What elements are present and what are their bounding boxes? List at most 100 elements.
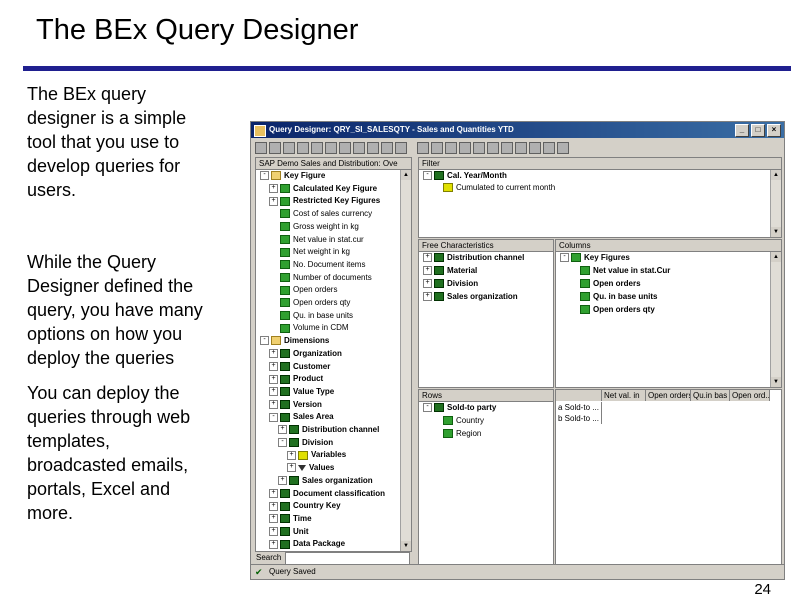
tree-item[interactable]: + Version: [269, 400, 322, 410]
collapse-icon[interactable]: -: [278, 438, 287, 448]
expand-icon[interactable]: +: [287, 450, 296, 460]
preview-row-header[interactable]: a Sold-to ...: [556, 402, 602, 413]
tree-item[interactable]: + Distribution channel: [278, 425, 379, 435]
tree-item[interactable]: Gross weight in kg: [269, 222, 359, 232]
toolbar-icon[interactable]: [417, 142, 429, 154]
tree-item[interactable]: - Sales Area: [269, 412, 334, 422]
tree-item[interactable]: - Cal. Year/Month: [423, 171, 507, 181]
expand-icon[interactable]: +: [269, 488, 278, 498]
collapse-icon[interactable]: -: [260, 336, 269, 346]
expand-icon[interactable]: +: [278, 476, 287, 486]
tree-item[interactable]: + Data Package: [269, 539, 345, 549]
tree-item[interactable]: + Values: [287, 463, 334, 473]
tree-item[interactable]: Open orders: [569, 279, 641, 289]
expand-icon[interactable]: +: [278, 425, 287, 435]
tree-item[interactable]: Country: [432, 416, 484, 426]
columns-scrollbar[interactable]: ▲ ▼: [770, 252, 781, 387]
expand-icon[interactable]: +: [269, 399, 278, 409]
toolbar-icon[interactable]: [543, 142, 555, 154]
toolbar-icon[interactable]: [297, 142, 309, 154]
toolbar-icon[interactable]: [339, 142, 351, 154]
preview-column-header[interactable]: Net val. in: [602, 390, 646, 401]
minimize-button[interactable]: _: [735, 124, 749, 137]
tree-item[interactable]: Qu. in base units: [269, 311, 353, 321]
preview-column-header[interactable]: Open ord...: [730, 390, 770, 401]
toolbar-icon[interactable]: [487, 142, 499, 154]
expand-icon[interactable]: +: [269, 501, 278, 511]
tree-item[interactable]: Net weight in kg: [269, 247, 350, 257]
toolbar-icon[interactable]: [501, 142, 513, 154]
collapse-icon[interactable]: -: [560, 253, 569, 263]
toolbar-icon[interactable]: [459, 142, 471, 154]
close-button[interactable]: ×: [767, 124, 781, 137]
toolbar-icon[interactable]: [311, 142, 323, 154]
tree-item[interactable]: + Document classification: [269, 489, 385, 499]
tree-item[interactable]: + Sales organization: [423, 292, 518, 302]
tree-item[interactable]: + Time: [269, 514, 312, 524]
collapse-icon[interactable]: -: [423, 403, 432, 413]
tree-item[interactable]: Qu. in base units: [569, 292, 657, 302]
expand-icon[interactable]: +: [269, 539, 278, 549]
tree-item[interactable]: + Material: [423, 266, 477, 276]
tree-item[interactable]: + Value Type: [269, 387, 334, 397]
tree-item[interactable]: + Country Key: [269, 501, 341, 511]
preview-column-header[interactable]: Qu.in bas: [691, 390, 730, 401]
expand-icon[interactable]: +: [269, 526, 278, 536]
expand-icon[interactable]: +: [423, 292, 432, 302]
toolbar-icon[interactable]: [325, 142, 337, 154]
tree-item[interactable]: Net value in stat.Cur: [569, 266, 670, 276]
toolbar-icon[interactable]: [529, 142, 541, 154]
preview-column-header[interactable]: Open orders: [646, 390, 691, 401]
tree-item[interactable]: + Customer: [269, 362, 330, 372]
tree-item[interactable]: - Division: [278, 438, 333, 448]
tree-item[interactable]: Region: [432, 429, 481, 439]
tree-item[interactable]: Volume in CDM: [269, 323, 349, 333]
tree-item[interactable]: Net value in stat.cur: [269, 235, 364, 245]
toolbar-icon[interactable]: [395, 142, 407, 154]
tree-item[interactable]: + Calculated Key Figure: [269, 184, 377, 194]
tree-item[interactable]: Number of documents: [269, 273, 372, 283]
tree-item[interactable]: + Division: [423, 279, 478, 289]
infoprovider-scrollbar[interactable]: ▲ ▼: [400, 170, 411, 551]
tree-item[interactable]: + Distribution channel: [423, 253, 524, 263]
expand-icon[interactable]: +: [269, 196, 278, 206]
filter-scrollbar[interactable]: ▲ ▼: [770, 170, 781, 237]
toolbar-icon[interactable]: [515, 142, 527, 154]
tree-item[interactable]: + Product: [269, 374, 323, 384]
expand-icon[interactable]: +: [269, 514, 278, 524]
tree-item[interactable]: Open orders qty: [569, 305, 655, 315]
expand-icon[interactable]: +: [269, 387, 278, 397]
expand-icon[interactable]: +: [423, 266, 432, 276]
expand-icon[interactable]: +: [287, 463, 296, 473]
toolbar-icon[interactable]: [255, 142, 267, 154]
tree-item[interactable]: Open orders qty: [269, 298, 350, 308]
tree-item[interactable]: Cost of sales currency: [269, 209, 372, 219]
tree-item[interactable]: + Restricted Key Figures: [269, 196, 380, 206]
tree-item[interactable]: - Dimensions: [260, 336, 329, 346]
collapse-icon[interactable]: -: [269, 412, 278, 422]
toolbar-icon[interactable]: [445, 142, 457, 154]
toolbar-icon[interactable]: [473, 142, 485, 154]
tree-item[interactable]: + Unit: [269, 527, 309, 537]
collapse-icon[interactable]: -: [260, 171, 269, 181]
toolbar-icon[interactable]: [381, 142, 393, 154]
expand-icon[interactable]: +: [269, 349, 278, 359]
toolbar-icon[interactable]: [283, 142, 295, 154]
expand-icon[interactable]: +: [269, 184, 278, 194]
expand-icon[interactable]: +: [423, 253, 432, 263]
tree-item[interactable]: + Variables: [287, 450, 346, 460]
toolbar-icon[interactable]: [353, 142, 365, 154]
toolbar-icon[interactable]: [367, 142, 379, 154]
maximize-button[interactable]: □: [751, 124, 765, 137]
tree-item[interactable]: + Organization: [269, 349, 342, 359]
toolbar-icon[interactable]: [557, 142, 569, 154]
tree-item[interactable]: No. Document items: [269, 260, 365, 270]
collapse-icon[interactable]: -: [423, 171, 432, 181]
tree-item[interactable]: Cumulated to current month: [432, 183, 555, 193]
tree-item[interactable]: - Key Figures: [560, 253, 630, 263]
toolbar-icon[interactable]: [269, 142, 281, 154]
tree-item[interactable]: - Key Figure: [260, 171, 325, 181]
tree-item[interactable]: - Sold-to party: [423, 403, 496, 413]
toolbar-icon[interactable]: [431, 142, 443, 154]
expand-icon[interactable]: +: [269, 374, 278, 384]
